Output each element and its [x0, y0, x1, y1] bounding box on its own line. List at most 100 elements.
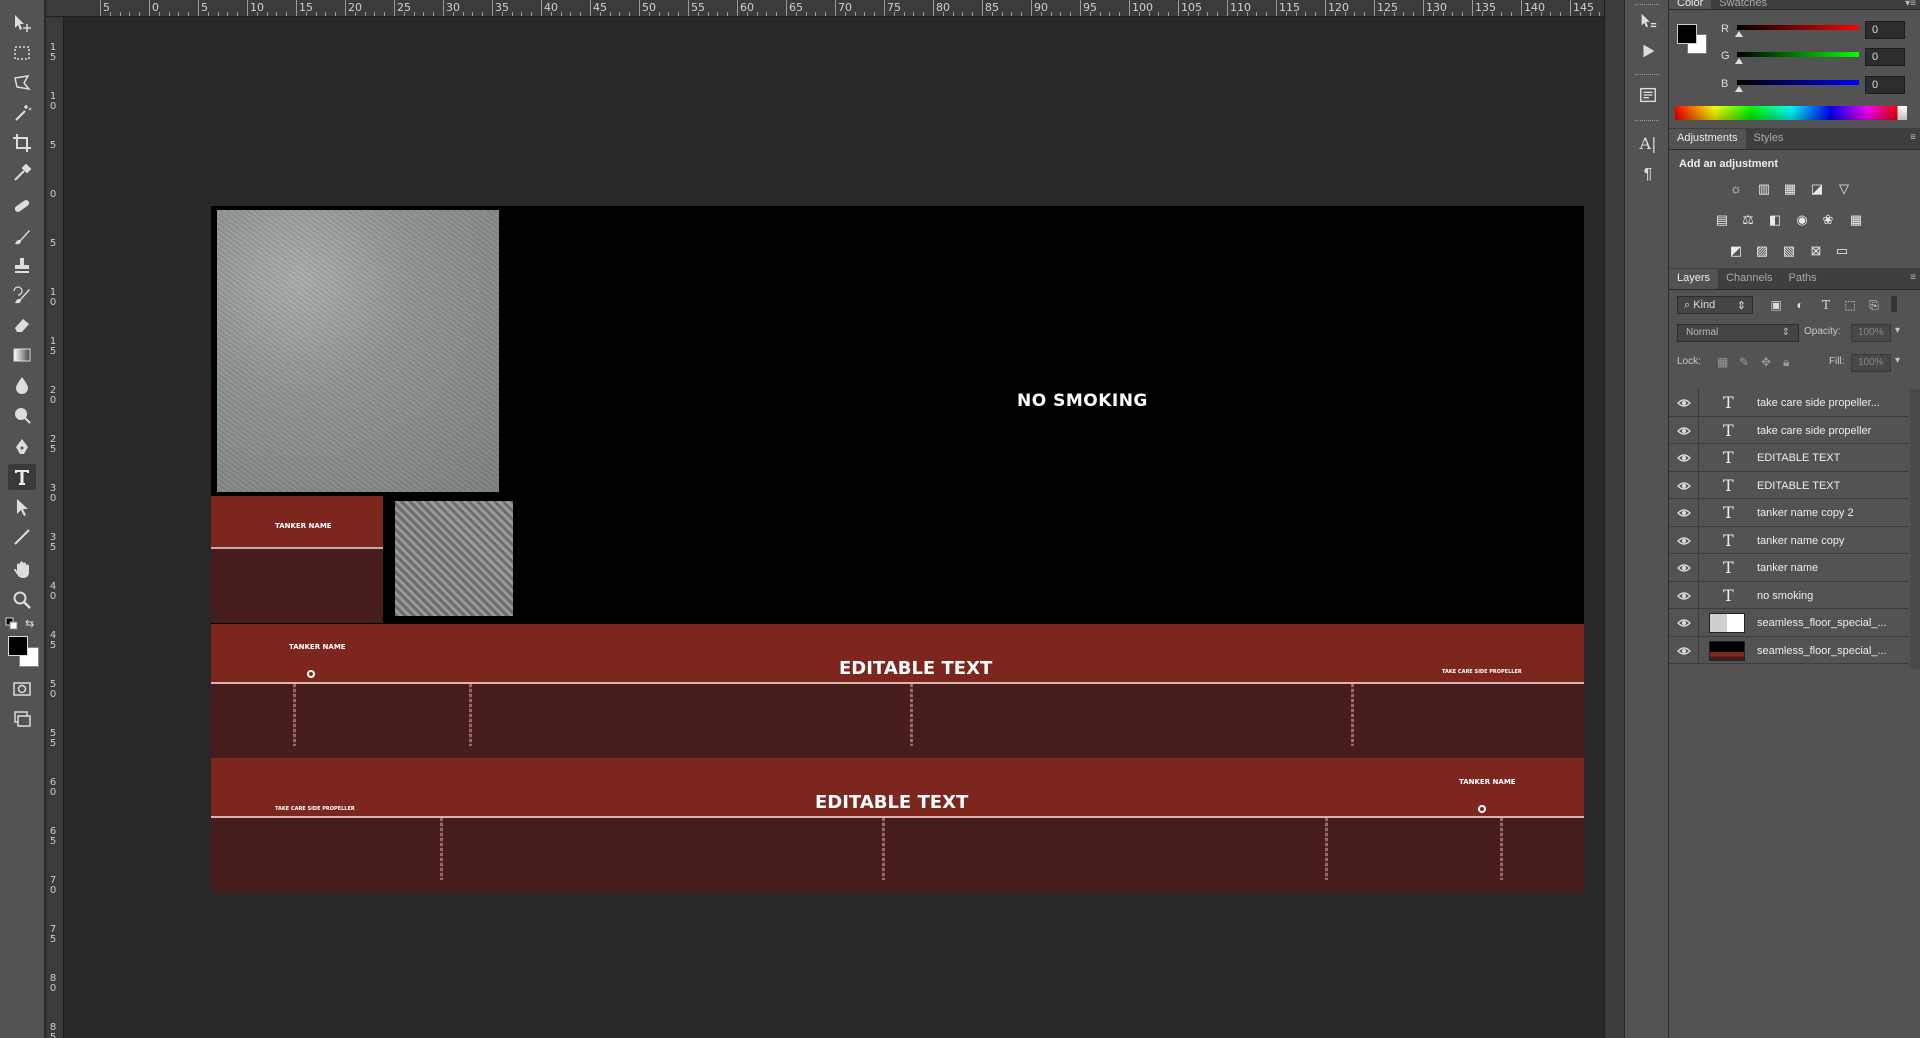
blue-slider[interactable] — [1737, 80, 1859, 85]
layer-kind-filter[interactable]: ⌕ Kind ⇕ — [1677, 296, 1753, 314]
bandage-icon[interactable] — [8, 193, 36, 219]
channel-mixer-icon[interactable]: ❀ — [1819, 212, 1837, 228]
dock-grip[interactable] — [1635, 4, 1659, 6]
lock-position-icon[interactable]: ✥ — [1761, 355, 1771, 369]
green-slider[interactable] — [1737, 52, 1859, 57]
dock-grip[interactable] — [1635, 120, 1659, 122]
marquee-icon[interactable] — [8, 40, 36, 66]
eye-icon[interactable] — [1677, 644, 1691, 658]
tab-layers[interactable]: Layers — [1669, 269, 1719, 289]
layer-row[interactable]: seamless_floor_special_... — [1669, 609, 1909, 637]
eye-icon[interactable] — [1677, 506, 1691, 520]
move-icon[interactable] — [8, 10, 36, 36]
eye-icon[interactable] — [1677, 396, 1691, 410]
hand-icon[interactable] — [8, 557, 36, 583]
layer-name[interactable]: seamless_floor_special_... — [1757, 617, 1897, 629]
layer-row[interactable]: T no smoking — [1669, 581, 1909, 609]
layer-name[interactable]: no smoking — [1757, 590, 1897, 602]
eye-icon[interactable] — [1677, 451, 1691, 465]
eye-icon[interactable] — [1677, 479, 1691, 493]
stamp-icon[interactable] — [8, 253, 36, 279]
paragraph-panel-icon[interactable]: ¶ — [1637, 164, 1659, 186]
tab-swatches[interactable]: Swatches — [1711, 0, 1775, 9]
layers-scrollbar[interactable] — [1910, 389, 1920, 669]
horizontal-ruler[interactable]: 5 0 5 10 15 20 25 30 35 40 45 50 55 60 65 70 75 80 85 90 95 1… — [46, 0, 1604, 17]
lock-image-icon[interactable]: ✎ — [1739, 355, 1749, 369]
red-slider-thumb[interactable] — [1735, 31, 1743, 37]
filter-toggle-icon[interactable] — [1891, 296, 1897, 312]
line-icon[interactable] — [8, 524, 36, 550]
properties-panel-icon[interactable] — [1637, 84, 1659, 106]
gradient-map-icon[interactable]: ▭ — [1833, 243, 1851, 259]
layer-name[interactable]: take care side propeller... — [1757, 397, 1897, 409]
lasso-icon[interactable] — [8, 70, 36, 96]
red-slider[interactable] — [1737, 25, 1859, 30]
layer-row[interactable]: T EDITABLE TEXT — [1669, 444, 1909, 472]
lock-transparent-icon[interactable]: ▦ — [1717, 355, 1728, 369]
eyedropper-icon[interactable] — [8, 160, 36, 186]
layer-row[interactable]: T tanker name — [1669, 554, 1909, 582]
eye-icon[interactable] — [1677, 616, 1691, 630]
actions-panel-icon[interactable] — [1637, 40, 1659, 62]
layer-row[interactable]: T tanker name copy 2 — [1669, 499, 1909, 527]
lock-all-icon[interactable]: 🔒︎ — [1783, 355, 1789, 370]
fill-input[interactable]: 100% — [1851, 354, 1891, 372]
blue-slider-thumb[interactable] — [1735, 86, 1743, 92]
vertical-scrollbar[interactable] — [1604, 0, 1624, 1038]
eraser-icon[interactable] — [8, 312, 36, 338]
photo-filter-icon[interactable]: ◉ — [1793, 212, 1811, 228]
vibrance-icon[interactable]: ▽ — [1835, 181, 1853, 197]
magnifier-icon[interactable] — [8, 587, 36, 613]
tab-channels[interactable]: Channels — [1718, 269, 1780, 289]
eye-icon[interactable] — [1677, 534, 1691, 548]
color-swatches[interactable] — [8, 636, 42, 670]
invert-icon[interactable]: ◩ — [1727, 243, 1745, 259]
gradient-icon[interactable] — [8, 342, 36, 368]
history-panel-icon[interactable] — [1637, 10, 1659, 32]
blend-mode-select[interactable]: Normal ⇕ — [1677, 324, 1799, 342]
tab-adjustments[interactable]: Adjustments — [1669, 129, 1746, 149]
color-lookup-icon[interactable]: ▦ — [1847, 212, 1865, 228]
posterize-icon[interactable]: ▨ — [1753, 243, 1771, 259]
layer-name[interactable]: tanker name copy 2 — [1757, 507, 1897, 519]
pixel-filter-icon[interactable]: ▣ — [1769, 298, 1783, 312]
tab-color[interactable]: Color — [1669, 0, 1712, 9]
selective-color-icon[interactable]: ⊠ — [1807, 243, 1825, 259]
screen-mode-icon[interactable] — [8, 706, 36, 732]
layer-row[interactable]: T take care side propeller... — [1669, 389, 1909, 417]
layer-thumbnail[interactable] — [1709, 613, 1745, 633]
layer-row[interactable]: seamless_floor_special_... — [1669, 636, 1909, 664]
swap-colors-icon[interactable]: ⇆ — [25, 617, 39, 631]
tab-paths[interactable]: Paths — [1781, 269, 1825, 289]
smart-object-filter-icon[interactable]: ⎘ — [1867, 298, 1881, 312]
type-icon[interactable] — [8, 464, 36, 490]
default-colors-icon[interactable] — [5, 617, 19, 631]
layer-name[interactable]: take care side propeller — [1757, 425, 1897, 437]
layer-name[interactable]: seamless_floor_special_... — [1757, 645, 1897, 657]
blue-value-input[interactable]: 0 — [1865, 76, 1905, 94]
quick-mask-icon[interactable] — [8, 676, 36, 702]
dodge-icon[interactable] — [8, 402, 36, 428]
green-slider-thumb[interactable] — [1735, 58, 1743, 64]
vertical-ruler[interactable]: 151050510152025303540455055606570758085 — [46, 17, 64, 1038]
brush-icon[interactable] — [8, 224, 36, 250]
adjustment-filter-icon[interactable]: ◐ — [1793, 298, 1807, 312]
opacity-input[interactable]: 100% — [1851, 324, 1891, 342]
green-value-input[interactable]: 0 — [1865, 48, 1905, 66]
layer-row[interactable]: T tanker name copy — [1669, 526, 1909, 554]
brightness-icon[interactable]: ☼ — [1727, 181, 1745, 197]
threshold-icon[interactable]: ▧ — [1780, 243, 1798, 259]
layer-name[interactable]: EDITABLE TEXT — [1757, 452, 1897, 464]
history-brush-icon[interactable] — [8, 283, 36, 309]
eye-icon[interactable] — [1677, 424, 1691, 438]
document-canvas[interactable]: NO SMOKING TANKER NAME TANKER NAME EDITA… — [211, 206, 1584, 893]
pen-icon[interactable] — [8, 434, 36, 460]
eye-icon[interactable] — [1677, 589, 1691, 603]
curves-icon[interactable]: ▦ — [1781, 181, 1799, 197]
foreground-color-box[interactable] — [1677, 24, 1697, 44]
panel-menu-icon[interactable]: ≡ — [1910, 272, 1916, 283]
foreground-color-swatch[interactable] — [8, 636, 28, 656]
layer-row[interactable]: T take care side propeller — [1669, 416, 1909, 444]
exposure-icon[interactable]: ◪ — [1808, 181, 1826, 197]
eye-icon[interactable] — [1677, 561, 1691, 575]
